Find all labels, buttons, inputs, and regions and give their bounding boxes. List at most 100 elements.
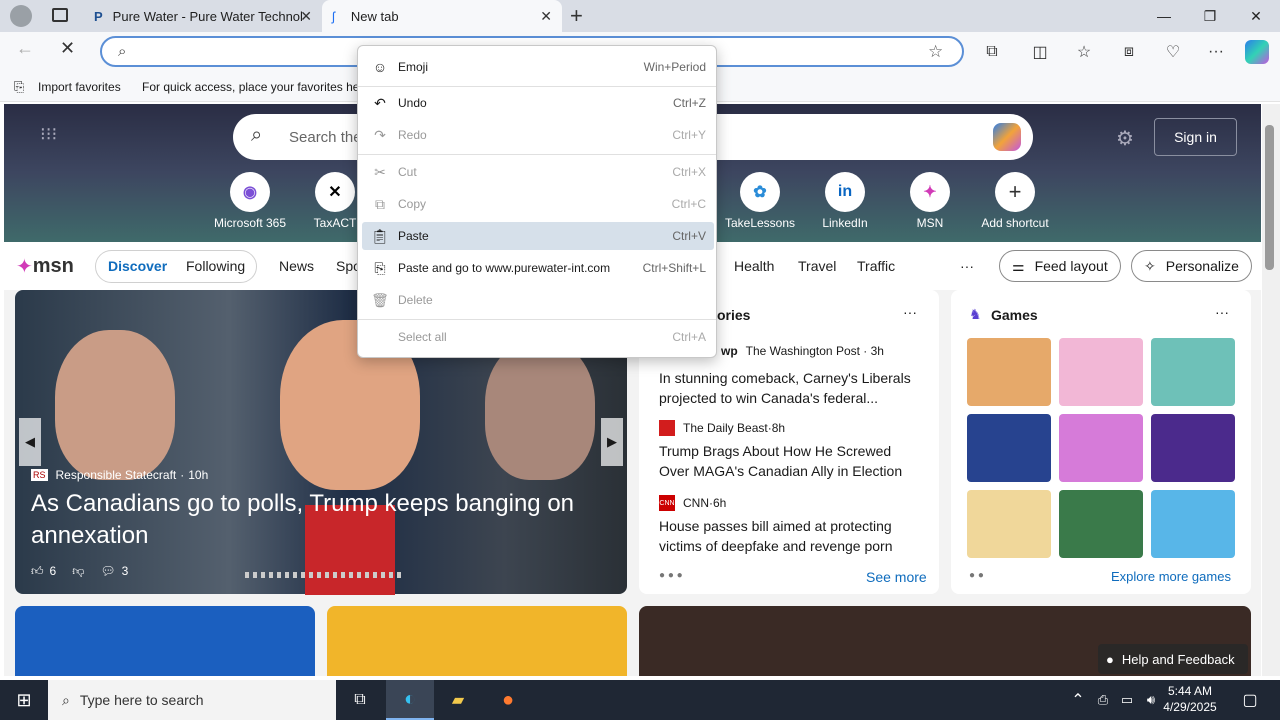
menu-item-copy[interactable]: ⧉ Copy Ctrl+C: [362, 190, 714, 218]
menu-label: Paste and go to www.purewater-int.com: [398, 261, 611, 275]
browser-essentials-icon[interactable]: ♡: [1161, 40, 1185, 64]
back-icon[interactable]: ←: [16, 38, 34, 59]
game-tile[interactable]: [1151, 490, 1235, 558]
menu-item-emoji[interactable]: ☺ Emoji Win+Period: [362, 53, 714, 81]
restore-icon[interactable]: ❐: [1187, 0, 1233, 32]
news-card-image[interactable]: [15, 606, 315, 676]
game-tile[interactable]: [1059, 338, 1143, 406]
start-button[interactable]: ⊞: [0, 680, 48, 720]
tab-news[interactable]: News: [279, 242, 314, 290]
favorite-star-icon[interactable]: ☆: [928, 42, 943, 62]
stop-loading-icon[interactable]: ✕: [60, 38, 75, 59]
personalize-button[interactable]: ✧ Personalize: [1131, 250, 1252, 282]
tab-health[interactable]: Health: [734, 242, 774, 290]
copilot-icon[interactable]: [993, 123, 1021, 151]
msn-logo[interactable]: ✦ msn: [16, 242, 74, 290]
clock[interactable]: 5:44 AM 4/29/2025: [1160, 683, 1220, 715]
like-icon[interactable]: 👍︎: [31, 564, 44, 579]
network-icon[interactable]: ▭: [1114, 680, 1140, 720]
sign-in-button[interactable]: Sign in: [1154, 118, 1237, 156]
tab-pure-water[interactable]: P Pure Water - Pure Water Technol ✕: [84, 0, 322, 32]
split-screen-icon[interactable]: ◫: [1028, 40, 1052, 64]
collections-icon[interactable]: ⧈: [1117, 40, 1141, 64]
task-view-icon[interactable]: ⧉: [336, 680, 384, 720]
menu-item-delete[interactable]: 🗑︎ Delete: [362, 286, 714, 314]
settings-more-icon[interactable]: ···: [1204, 40, 1228, 64]
pagination-dots[interactable]: ● ● ●: [659, 570, 683, 581]
msn-favicon-icon: ʃ: [332, 8, 335, 24]
see-more-link[interactable]: See more: [866, 569, 927, 585]
carousel-prev-icon[interactable]: ◀: [19, 418, 41, 466]
game-tile[interactable]: [1151, 414, 1235, 482]
tab-new-tab[interactable]: ʃ New tab ✕: [322, 0, 562, 32]
delete-icon: 🗑︎: [371, 291, 389, 308]
shortcut-linkedin[interactable]: in LinkedIn: [800, 172, 890, 230]
help-feedback-button[interactable]: ● Help and Feedback: [1098, 644, 1248, 674]
tray-device-icon[interactable]: ⎙: [1090, 680, 1116, 720]
pagination-dots[interactable]: ● ●: [969, 570, 984, 581]
file-explorer-icon[interactable]: ▰: [434, 680, 482, 720]
tray-chevron-icon[interactable]: ⌃: [1064, 680, 1092, 720]
game-tile[interactable]: [1059, 414, 1143, 482]
menu-item-select-all[interactable]: Select all Ctrl+A: [362, 323, 714, 351]
scrollbar-thumb[interactable]: [1265, 125, 1274, 270]
game-tile[interactable]: [1151, 338, 1235, 406]
taskbar-search[interactable]: ⌕ Type here to search: [48, 680, 336, 720]
feed-layout-button[interactable]: ⚌ Feed layout: [999, 250, 1121, 282]
menu-item-paste-and-go[interactable]: ⎘ Paste and go to www.purewater-int.com Ct…: [362, 254, 714, 282]
feed-layout-label: Feed layout: [1034, 258, 1108, 274]
favorites-hint: For quick access, place your favorites h…: [142, 80, 364, 94]
close-tab-icon[interactable]: ✕: [540, 8, 552, 25]
game-tile[interactable]: [967, 414, 1051, 482]
tab-actions-icon[interactable]: [52, 8, 68, 22]
game-tile[interactable]: [967, 338, 1051, 406]
more-options-icon[interactable]: ···: [1215, 304, 1229, 320]
like-count: 6: [49, 564, 57, 578]
dislike-icon[interactable]: 👎︎: [72, 564, 84, 579]
help-label: Help and Feedback: [1121, 651, 1235, 667]
menu-item-cut[interactable]: ✂ Cut Ctrl+X: [362, 158, 714, 186]
apps-grid-icon[interactable]: ⁝⁝⁝: [40, 124, 57, 145]
menu-item-undo[interactable]: ↶ Undo Ctrl+Z: [362, 89, 714, 117]
more-tabs-icon[interactable]: ···: [960, 242, 974, 290]
search-icon: ⌕: [118, 43, 127, 60]
shortcut-msn[interactable]: ✦ MSN: [885, 172, 975, 230]
shortcut-microsoft-365[interactable]: ◉ Microsoft 365: [205, 172, 295, 230]
tab-traffic[interactable]: Traffic: [857, 242, 895, 290]
edge-taskbar-icon[interactable]: ◐: [386, 680, 434, 720]
tab-travel[interactable]: Travel: [798, 242, 836, 290]
minimize-icon[interactable]: —: [1141, 0, 1187, 32]
story-headline[interactable]: House passes bill aimed at protecting vi…: [659, 516, 923, 556]
carousel-dots[interactable]: [245, 572, 405, 578]
menu-item-redo[interactable]: ↷ Redo Ctrl+Y: [362, 121, 714, 149]
menu-shortcut: Win+Period: [643, 60, 706, 74]
copilot-icon[interactable]: [1245, 40, 1269, 64]
settings-gear-icon[interactable]: ⚙: [1116, 126, 1134, 151]
comment-icon[interactable]: 💬︎: [100, 564, 115, 579]
shortcut-takelessons[interactable]: ✿ TakeLessons: [715, 172, 805, 230]
menu-item-paste[interactable]: 📋︎ Paste Ctrl+V: [362, 222, 714, 250]
game-tile[interactable]: [1059, 490, 1143, 558]
story-headline[interactable]: In stunning comeback, Carney's Liberals …: [659, 368, 923, 408]
story-headline[interactable]: Trump Brags About How He Screwed Over MA…: [659, 441, 923, 481]
tab-following[interactable]: Following: [186, 242, 245, 290]
firefox-icon[interactable]: ●: [484, 680, 532, 720]
takelessons-icon: ✿: [740, 172, 780, 212]
new-tab-button[interactable]: +: [570, 3, 583, 29]
profile-icon[interactable]: [10, 5, 32, 27]
extensions-icon[interactable]: ⧉: [980, 40, 1004, 64]
ad-card-image[interactable]: [327, 606, 627, 676]
tab-discover[interactable]: Discover: [108, 242, 167, 290]
game-tile[interactable]: [967, 490, 1051, 558]
favorites-icon[interactable]: ☆: [1072, 40, 1096, 64]
notifications-icon[interactable]: ▢: [1226, 680, 1274, 720]
close-tab-icon[interactable]: ✕: [300, 8, 312, 25]
firefox-logo-icon: ●: [501, 688, 515, 711]
close-window-icon[interactable]: ✕: [1233, 0, 1279, 32]
carousel-next-icon[interactable]: ▶: [601, 418, 623, 466]
explore-more-games-link[interactable]: Explore more games: [1111, 569, 1231, 584]
story-headline[interactable]: As Canadians go to polls, Trump keeps ba…: [31, 488, 611, 552]
import-favorites-link[interactable]: Import favorites: [38, 80, 121, 94]
add-shortcut-button[interactable]: + Add shortcut: [970, 172, 1060, 230]
more-options-icon[interactable]: ···: [903, 304, 917, 320]
